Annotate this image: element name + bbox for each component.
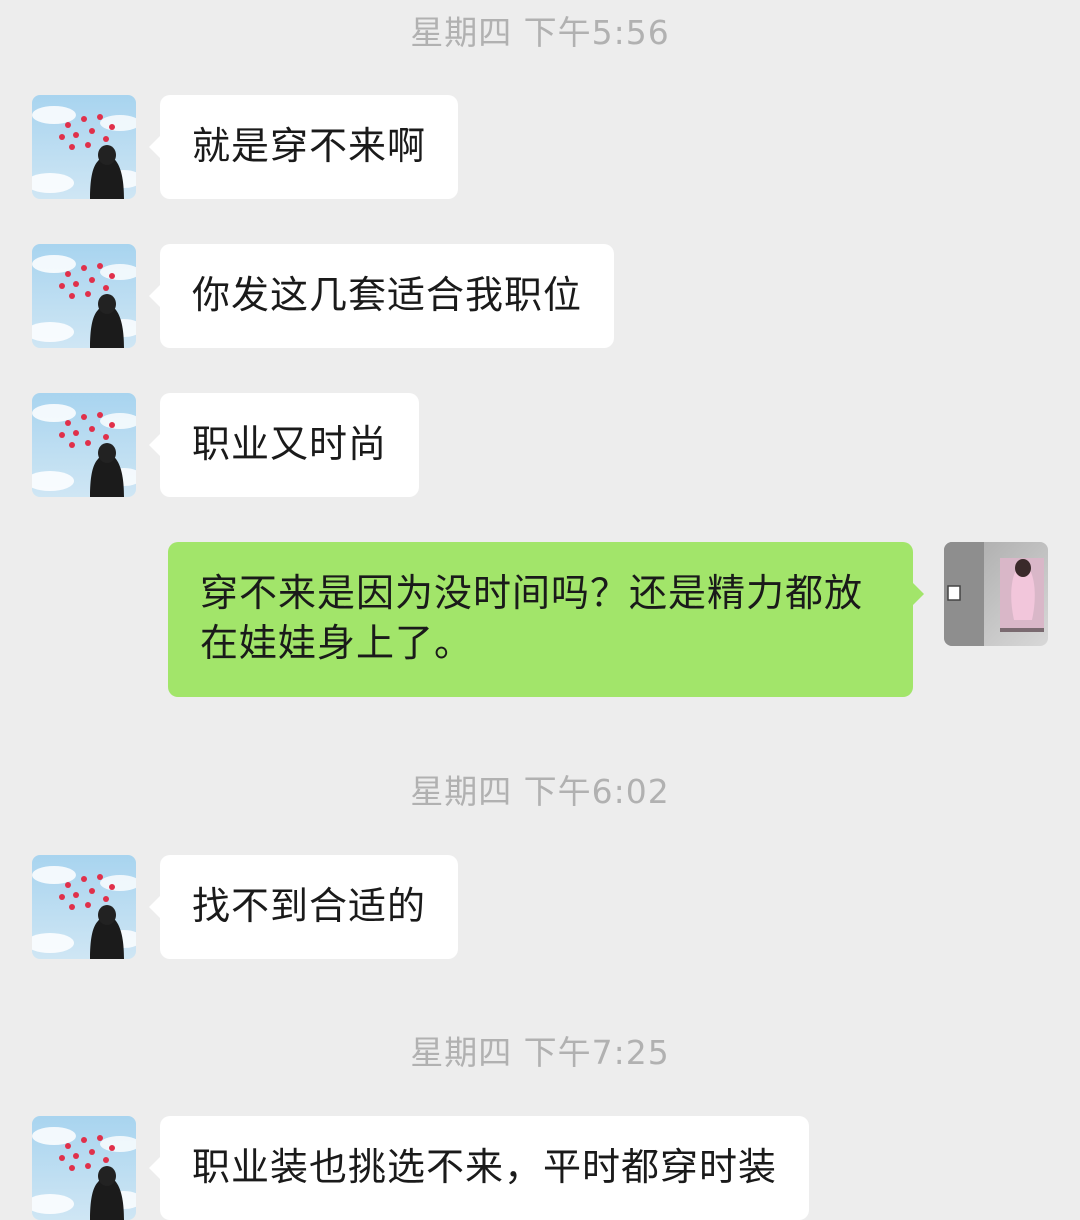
avatar-image	[32, 855, 136, 959]
timestamp: 星期四 下午5:56	[410, 13, 670, 52]
incoming-message-bubble[interactable]: 就是穿不来啊	[148, 95, 459, 199]
contact-avatar[interactable]	[32, 855, 136, 959]
avatar-image	[32, 393, 136, 497]
contact-avatar[interactable]	[32, 393, 136, 497]
incoming-message-bubble[interactable]: 找不到合适的	[148, 855, 459, 959]
avatar-image	[32, 244, 136, 348]
timestamp: 星期四 下午7:25	[410, 1033, 670, 1072]
incoming-message-bubble[interactable]: 职业装也挑选不来，平时都穿时装	[148, 1116, 810, 1220]
contact-avatar[interactable]	[32, 1116, 136, 1220]
avatar-image	[944, 542, 1048, 646]
avatar-image	[32, 95, 136, 199]
timestamp: 星期四 下午6:02	[410, 772, 670, 811]
contact-avatar[interactable]	[32, 95, 136, 199]
chat-history: 星期四 下午5:56 就是穿不来啊 你发这几套适合我职位 职业又时尚 穿不来是因…	[0, 0, 1080, 1220]
avatar-image	[32, 1116, 136, 1220]
contact-avatar[interactable]	[32, 244, 136, 348]
incoming-message-bubble[interactable]: 职业又时尚	[148, 393, 420, 497]
incoming-message-bubble[interactable]: 你发这几套适合我职位	[148, 244, 615, 348]
self-avatar[interactable]	[944, 542, 1048, 646]
outgoing-message-bubble[interactable]: 穿不来是因为没时间吗？还是精力都放在娃娃身上了。	[168, 542, 924, 697]
